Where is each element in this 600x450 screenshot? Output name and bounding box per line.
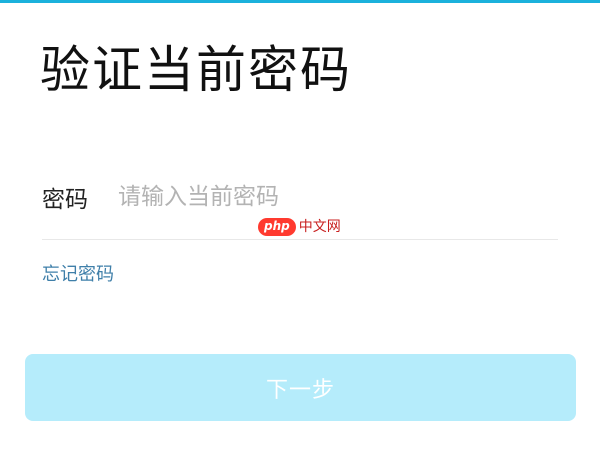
password-input[interactable] — [118, 177, 558, 217]
password-label: 密码 — [42, 187, 88, 213]
forgot-password-link[interactable]: 忘记密码 — [42, 262, 114, 288]
watermark-site-text: 中文网 — [298, 219, 341, 235]
verify-password-page: 验证当前密码 密码 php 中文网 忘记密码 下一步 — [0, 0, 600, 450]
password-field-row: 密码 — [42, 173, 558, 221]
next-button[interactable]: 下一步 — [25, 354, 576, 421]
field-divider — [42, 239, 558, 240]
watermark-badge: php — [258, 218, 296, 236]
watermark: php 中文网 — [258, 217, 341, 237]
page-title: 验证当前密码 — [40, 41, 352, 99]
